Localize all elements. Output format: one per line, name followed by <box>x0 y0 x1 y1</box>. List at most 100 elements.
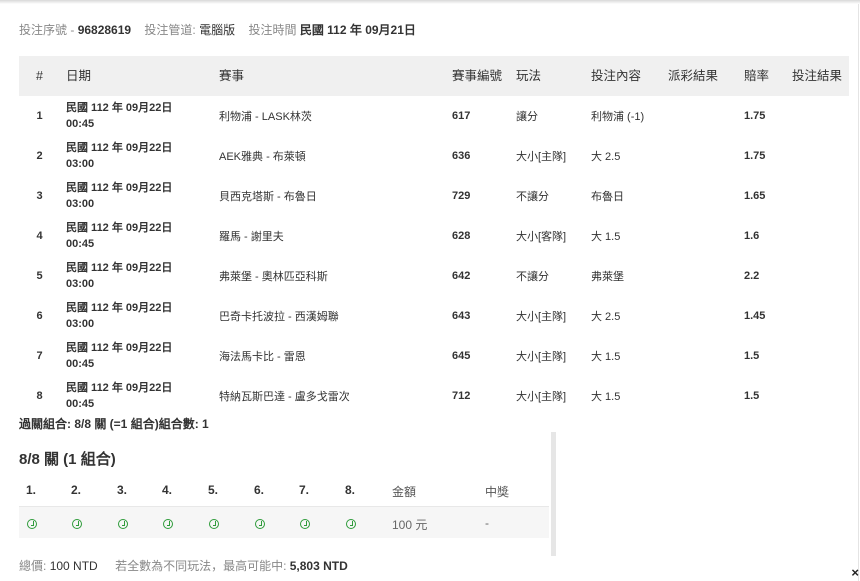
row-payout <box>662 296 738 336</box>
serial-value: 96828619 <box>77 23 132 37</box>
row-match-id: 643 <box>452 310 471 322</box>
row-no: 3 <box>36 190 43 202</box>
table-header-row: # 日期 賽事 賽事編號 玩法 投注內容 派彩結果 賠率 投注結果 <box>19 56 849 96</box>
row-no: 7 <box>36 350 43 362</box>
row-result <box>786 96 849 136</box>
parlay-title: 8/8 關 (1 組合) <box>19 451 116 468</box>
row-play: 不讓分 <box>516 271 549 283</box>
row-content: 大 1.5 <box>591 351 621 363</box>
leg-header-1: 1. <box>26 483 37 497</box>
row-play: 大小[主隊] <box>516 351 567 363</box>
row-no: 1 <box>36 110 43 122</box>
clock-icon <box>27 519 37 529</box>
row-payout <box>662 96 738 136</box>
leg-header-6: 6. <box>254 483 265 497</box>
row-payout <box>662 376 738 416</box>
row-datetime: 民國 112 年 09月22日 03:00 <box>60 176 213 216</box>
leg-header-2: 2. <box>71 483 82 497</box>
row-result <box>786 336 849 376</box>
row-odds: 1.6 <box>744 230 760 242</box>
table-row: 3 民國 112 年 09月22日 03:00 貝西克塔斯 - 布魯日 729 不讓分 布魯… <box>19 176 849 216</box>
clock-icon <box>300 519 310 529</box>
row-datetime: 民國 112 年 09月22日 03:00 <box>60 296 213 336</box>
table-row: 8 民國 112 年 09月22日 00:45 特納瓦斯巴達 - 盧多戈雷次 712 大小… <box>19 376 849 416</box>
leg-header-4: 4. <box>162 483 173 497</box>
row-content: 大 2.5 <box>591 311 621 323</box>
row-result <box>786 376 849 416</box>
row-play: 大小[主隊] <box>516 391 567 403</box>
row-time: 00:45 <box>66 118 95 130</box>
row-content: 大 2.5 <box>591 151 621 163</box>
row-no: 8 <box>36 390 43 402</box>
row-content: 大 1.5 <box>591 391 621 403</box>
row-date: 民國 112 年 09月22日 <box>66 342 173 354</box>
bet-footer: 總價: 100 NTD 若全數為不同玩法，最高可能中: 5,803 NTD <box>19 557 348 574</box>
row-match: 巴奇卡托波拉 - 西漢姆聯 <box>219 311 339 323</box>
leg-header-3: 3. <box>117 483 128 497</box>
time-label: 投注時間 <box>248 23 297 37</box>
parlay-leg-row <box>19 506 549 538</box>
close-icon[interactable]: × <box>851 566 859 579</box>
row-date: 民國 112 年 09月22日 <box>66 182 173 194</box>
max-win-label: 若全數為不同玩法，最高可能中: <box>115 559 287 573</box>
row-result <box>786 296 849 336</box>
row-match-id: 636 <box>452 150 471 162</box>
row-date: 民國 112 年 09月22日 <box>66 302 173 314</box>
row-datetime: 民國 112 年 09月22日 03:00 <box>60 256 213 296</box>
table-row: 5 民國 112 年 09月22日 03:00 弗萊堡 - 奧林匹亞科斯 642 不讓分 弗… <box>19 256 849 296</box>
channel-label: 投注管道: <box>144 23 196 37</box>
clock-icon <box>72 519 82 529</box>
clock-icon <box>118 519 128 529</box>
clock-icon <box>163 519 173 529</box>
col-header-content: 投注內容 <box>585 56 662 96</box>
row-date: 民國 112 年 09月22日 <box>66 222 173 234</box>
col-header-play: 玩法 <box>510 56 585 96</box>
row-play: 大小[客隊] <box>516 231 567 243</box>
row-content: 弗萊堡 <box>591 271 624 283</box>
row-odds: 1.75 <box>744 110 766 122</box>
row-content: 大 1.5 <box>591 231 621 243</box>
row-time: 03:00 <box>66 198 95 210</box>
row-datetime: 民國 112 年 09月22日 00:45 <box>60 216 213 256</box>
table-row: 7 民國 112 年 09月22日 00:45 海法馬卡比 - 雷恩 645 大小[主隊]… <box>19 336 849 376</box>
col-header-odds: 賠率 <box>738 56 786 96</box>
row-time: 00:45 <box>66 238 95 250</box>
row-result <box>786 256 849 296</box>
row-no: 2 <box>36 150 43 162</box>
row-result <box>786 216 849 256</box>
col-header-match-id: 賽事編號 <box>446 56 510 96</box>
row-match-id: 617 <box>452 110 471 122</box>
row-odds: 1.5 <box>744 350 760 362</box>
row-time: 03:00 <box>66 318 95 330</box>
serial-label: 投注序號 - <box>19 23 75 37</box>
row-match: AEK雅典 - 布萊頓 <box>219 151 306 163</box>
amount-value: 100 元 <box>392 518 428 532</box>
leg-header-8: 8. <box>345 483 356 497</box>
row-result <box>786 136 849 176</box>
row-result <box>786 176 849 216</box>
row-payout <box>662 256 738 296</box>
row-date: 民國 112 年 09月22日 <box>66 382 173 394</box>
row-match-id: 729 <box>452 190 471 202</box>
table-row: 1 民國 112 年 09月22日 00:45 利物浦 - LASK林茨 617 讓分 利物… <box>19 96 849 136</box>
clock-icon <box>209 519 219 529</box>
clock-icon <box>346 519 356 529</box>
parlay-panel: 8/8 關 (1 組合) 1. 2. 3. 4. 5. 6. 7. 8. 金額 中獎 100 … <box>19 432 556 556</box>
row-payout <box>662 136 738 176</box>
row-match-id: 712 <box>452 390 471 402</box>
panel-divider <box>551 432 556 556</box>
row-payout <box>662 176 738 216</box>
row-odds: 1.5 <box>744 390 760 402</box>
row-no: 5 <box>36 270 43 282</box>
row-match: 貝西克塔斯 - 布魯日 <box>219 191 317 203</box>
max-win-value: 5,803 NTD <box>289 559 348 573</box>
col-header-match: 賽事 <box>213 56 446 96</box>
row-datetime: 民國 112 年 09月22日 03:00 <box>60 136 213 176</box>
channel-value: 電腦版 <box>199 23 236 37</box>
scrollbar-track[interactable] <box>858 4 859 581</box>
row-odds: 1.75 <box>744 150 766 162</box>
row-odds: 1.65 <box>744 190 766 202</box>
row-match: 特納瓦斯巴達 - 盧多戈雷次 <box>219 391 350 403</box>
row-odds: 2.2 <box>744 270 760 282</box>
row-time: 00:45 <box>66 398 95 410</box>
